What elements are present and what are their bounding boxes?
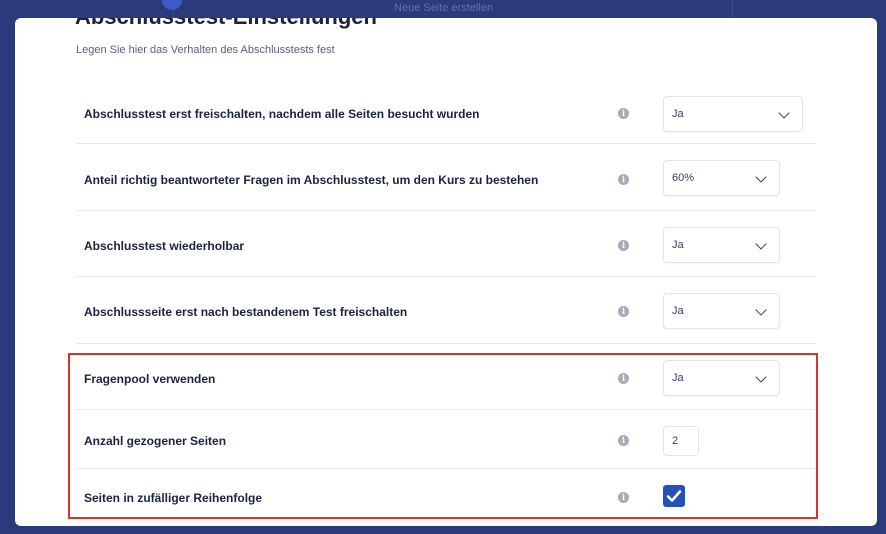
setting-label: Fragenpool verwenden bbox=[84, 372, 216, 386]
modal-subtitle: Legen Sie hier das Verhalten des Abschlu… bbox=[76, 44, 335, 56]
select-pass-percentage[interactable]: 60% bbox=[663, 160, 780, 196]
background-toolbar: Neue Seite erstellen bbox=[162, 0, 733, 18]
setting-label: Abschlusstest wiederholbar bbox=[84, 239, 245, 253]
select-value: Ja bbox=[672, 305, 684, 317]
settings-list: Abschlusstest erst freischalten, nachdem… bbox=[76, 78, 816, 525]
chevron-down-icon bbox=[755, 371, 767, 383]
info-icon[interactable]: i bbox=[618, 435, 629, 446]
pages-drawn-input[interactable]: 2 bbox=[663, 426, 699, 456]
select-value: Ja bbox=[672, 239, 684, 251]
setting-row: Seiten in zufälliger Reihenfolge i bbox=[76, 469, 816, 525]
setting-row: Fragenpool verwenden i Ja bbox=[76, 344, 816, 410]
select-unlock-after-visit[interactable]: Ja bbox=[663, 96, 803, 132]
chevron-down-icon bbox=[755, 171, 767, 183]
background-create-page-label: Neue Seite erstellen bbox=[394, 2, 494, 14]
setting-label: Abschlussseite erst nach bestandenem Tes… bbox=[84, 305, 408, 319]
background-page: Neue Seite erstellen bbox=[0, 0, 886, 20]
setting-label: Abschlusstest erst freischalten, nachdem… bbox=[84, 107, 480, 121]
setting-label: Anteil richtig beantworteter Fragen im A… bbox=[84, 173, 539, 187]
setting-row: Anzahl gezogener Seiten i 2 bbox=[76, 410, 816, 469]
select-value: 60% bbox=[672, 172, 695, 184]
setting-label: Seiten in zufälliger Reihenfolge bbox=[84, 491, 263, 505]
info-icon[interactable]: i bbox=[618, 492, 629, 503]
setting-row: Anteil richtig beantworteter Fragen im A… bbox=[76, 144, 816, 211]
info-icon[interactable]: i bbox=[618, 108, 629, 119]
setting-label: Anzahl gezogener Seiten bbox=[84, 434, 227, 448]
chevron-down-icon bbox=[755, 238, 767, 250]
plus-icon bbox=[162, 0, 182, 10]
select-unlock-final-page[interactable]: Ja bbox=[663, 293, 780, 329]
info-icon[interactable]: i bbox=[618, 306, 629, 317]
setting-row: Abschlusstest erst freischalten, nachdem… bbox=[76, 78, 816, 144]
chevron-down-icon bbox=[755, 304, 767, 316]
select-value: Ja bbox=[672, 108, 684, 120]
settings-modal: Abschlusstest-Einstellungen Legen Sie hi… bbox=[15, 18, 877, 526]
info-icon[interactable]: i bbox=[618, 174, 629, 185]
chevron-down-icon bbox=[778, 107, 790, 119]
select-value: Ja bbox=[672, 372, 684, 384]
random-order-checkbox[interactable] bbox=[663, 485, 685, 507]
info-icon[interactable]: i bbox=[618, 373, 629, 384]
select-question-pool[interactable]: Ja bbox=[663, 360, 780, 396]
checkmark-icon bbox=[666, 490, 682, 502]
setting-row: Abschlussseite erst nach bestandenem Tes… bbox=[76, 277, 816, 344]
select-repeatable[interactable]: Ja bbox=[663, 227, 780, 263]
setting-row: Abschlusstest wiederholbar i Ja bbox=[76, 211, 816, 277]
info-icon[interactable]: i bbox=[618, 240, 629, 251]
modal-title: Abschlusstest-Einstellungen bbox=[75, 18, 377, 30]
